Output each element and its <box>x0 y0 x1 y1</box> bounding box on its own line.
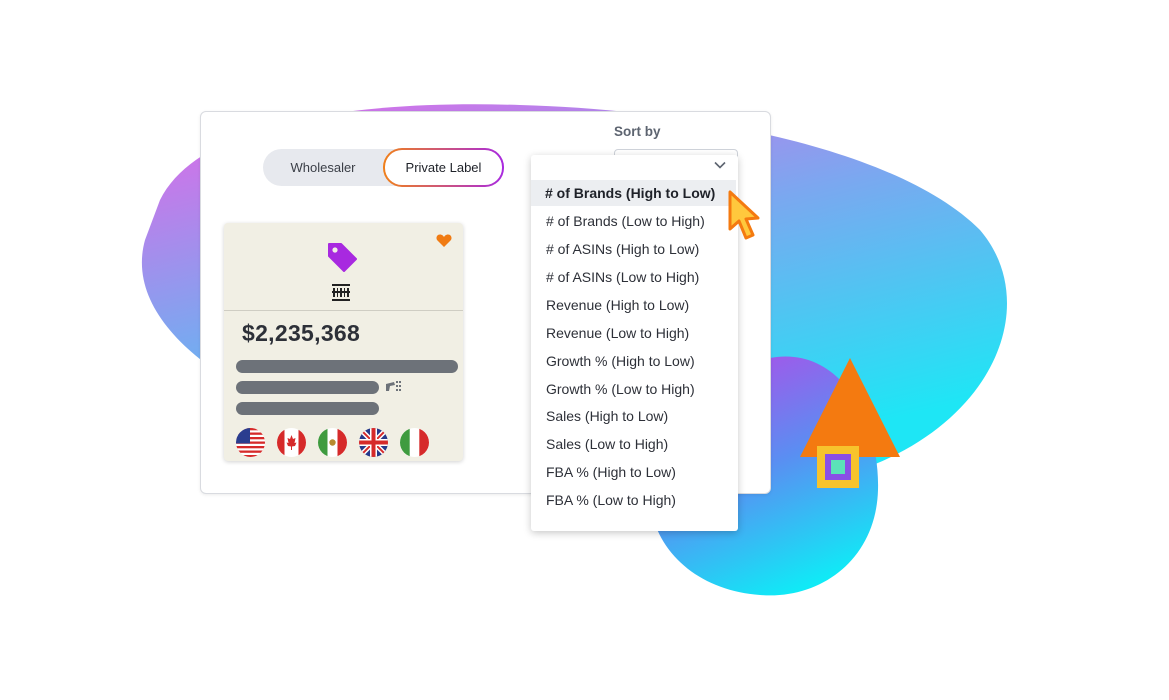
decorative-shapes <box>800 358 900 488</box>
product-revenue: $2,235,368 <box>242 320 361 346</box>
placeholder-bar-3 <box>236 402 379 415</box>
sort-option[interactable]: Sales (High to Low) <box>531 403 736 429</box>
barcode-icon <box>332 284 350 301</box>
sort-option[interactable]: Sales (Low to High) <box>531 431 736 457</box>
sort-option[interactable]: Revenue (Low to High) <box>531 320 736 346</box>
mx-flag-icon <box>318 428 347 457</box>
sort-option[interactable]: Growth % (Low to High) <box>531 376 736 402</box>
placeholder-bar-2 <box>236 381 379 394</box>
sort-by-label: Sort by <box>614 124 661 139</box>
it-flag-icon <box>400 428 429 457</box>
card-divider <box>224 310 463 311</box>
sort-dropdown[interactable]: # of Brands (High to Low) # of Brands (L… <box>531 155 738 531</box>
us-flag-icon <box>236 428 265 457</box>
sort-option[interactable]: FBA % (Low to High) <box>531 487 736 513</box>
sort-option[interactable]: # of Brands (Low to High) <box>531 208 736 234</box>
cursor-pointer-icon <box>728 190 760 240</box>
chevron-down-icon[interactable] <box>714 161 726 169</box>
wholesaler-private-label-toggle[interactable]: Wholesaler Private Label <box>263 148 504 187</box>
placeholder-bar-1 <box>236 360 458 373</box>
uk-flag-icon <box>359 428 388 457</box>
sort-option[interactable]: FBA % (High to Low) <box>531 459 736 485</box>
sort-option[interactable]: Revenue (High to Low) <box>531 292 736 318</box>
sort-option[interactable]: Growth % (High to Low) <box>531 348 736 374</box>
private-label-option[interactable]: Private Label <box>383 148 504 187</box>
truck-icon <box>386 381 401 391</box>
product-card[interactable]: $2,235,368 <box>224 223 463 461</box>
sort-option[interactable]: # of ASINs (Low to High) <box>531 264 736 290</box>
ca-flag-icon <box>277 428 306 457</box>
wholesaler-option[interactable]: Wholesaler <box>263 149 383 186</box>
heart-icon[interactable] <box>436 233 452 248</box>
tag-icon <box>328 243 357 272</box>
sort-option[interactable]: # of ASINs (High to Low) <box>531 236 736 262</box>
sort-option[interactable]: # of Brands (High to Low) <box>531 180 736 206</box>
